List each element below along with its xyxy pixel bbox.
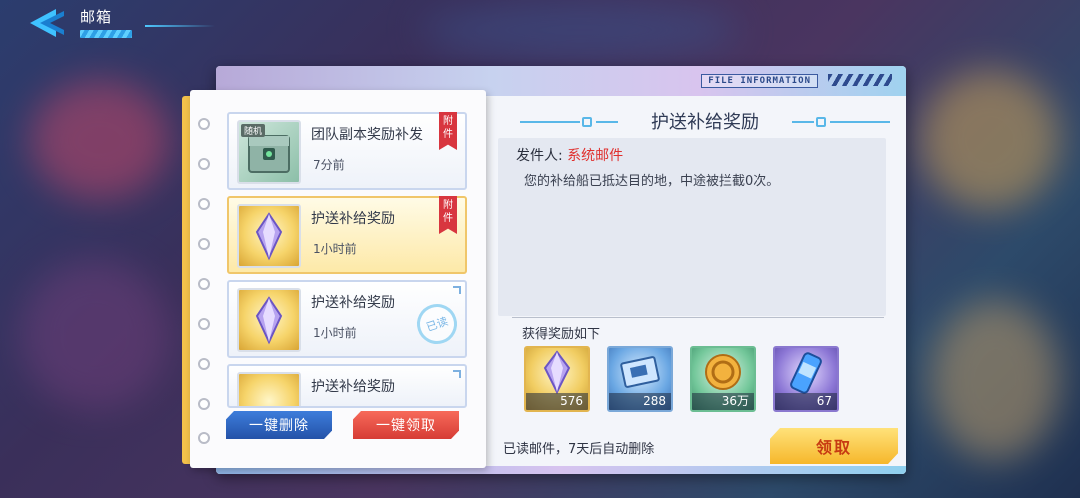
notebook-ring bbox=[198, 358, 210, 370]
mail-title: 团队副本奖励补发 bbox=[311, 127, 423, 143]
reward-qty: 67 bbox=[775, 393, 837, 410]
divider bbox=[512, 317, 884, 318]
crystal-icon bbox=[237, 204, 301, 268]
notebook-ring bbox=[198, 398, 210, 410]
sender-line: 发件人: 系统邮件 bbox=[516, 145, 623, 165]
back-arrow-icon bbox=[30, 9, 64, 37]
notebook-ring bbox=[198, 432, 210, 444]
claim-all-button[interactable]: 一键领取 bbox=[353, 411, 459, 439]
title-deco-line bbox=[830, 121, 890, 123]
notebook-ring bbox=[198, 118, 210, 130]
title-line-decoration bbox=[145, 25, 215, 27]
delete-all-button[interactable]: 一键删除 bbox=[226, 411, 332, 439]
mail-item[interactable]: 随机 团队副本奖励补发 7分前 附件 bbox=[227, 112, 467, 190]
sender-label: 发件人: bbox=[516, 148, 563, 164]
notebook-ring bbox=[198, 198, 210, 210]
mail-time: 1小时前 bbox=[313, 242, 357, 256]
attachment-tag: 附件 bbox=[439, 112, 457, 150]
page-title: 邮箱 bbox=[80, 8, 113, 26]
mail-item-selected[interactable]: 护送补给奖励 1小时前 附件 bbox=[227, 196, 467, 274]
page-title-wrap: 邮箱 bbox=[80, 6, 132, 38]
energy-can-icon bbox=[790, 352, 822, 394]
crystal-icon bbox=[543, 350, 571, 395]
mail-time: 7分前 bbox=[313, 158, 345, 172]
random-tag: 随机 bbox=[241, 124, 266, 137]
mail-body: 您的补给船已抵达目的地，中途被拦截0次。 bbox=[524, 174, 780, 189]
mail-title: 护送补给奖励 bbox=[311, 379, 395, 395]
notebook-ring bbox=[198, 318, 210, 330]
mail-title: 护送补给奖励 bbox=[311, 295, 395, 311]
mail-item[interactable]: 护送补给奖励 bbox=[227, 364, 467, 408]
notebook-ring bbox=[198, 278, 210, 290]
coin-icon bbox=[705, 354, 741, 390]
auto-delete-note: 已读邮件，7天后自动删除 bbox=[503, 442, 655, 457]
back-button[interactable] bbox=[26, 6, 68, 40]
reward-crystal[interactable]: 576 bbox=[524, 346, 590, 412]
mail-time: 1小时前 bbox=[313, 326, 357, 340]
claim-button[interactable]: 领取 bbox=[770, 428, 898, 464]
crystal-icon bbox=[237, 288, 301, 352]
supply-box-icon: 随机 bbox=[237, 120, 301, 184]
reward-qty: 576 bbox=[526, 393, 588, 410]
sender-name: 系统邮件 bbox=[567, 148, 624, 164]
detail-title-wrap: 护送补给奖励 bbox=[520, 108, 890, 136]
read-stamp-icon: 已读 bbox=[411, 298, 463, 350]
reward-coin[interactable]: 36万 bbox=[690, 346, 756, 412]
mail-title: 护送补给奖励 bbox=[311, 211, 395, 227]
reward-chip-card[interactable]: 288 bbox=[607, 346, 673, 412]
attachment-tag: 附件 bbox=[439, 196, 457, 234]
crystal-icon bbox=[237, 372, 301, 406]
header-stripes bbox=[828, 74, 892, 86]
corner-mark bbox=[453, 286, 461, 294]
title-decoration bbox=[80, 30, 132, 38]
reward-qty: 36万 bbox=[692, 393, 754, 410]
notebook-ring bbox=[198, 158, 210, 170]
mail-item[interactable]: 护送补给奖励 1小时前 已读 bbox=[227, 280, 467, 358]
file-info-label: FILE INFORMATION bbox=[701, 74, 818, 88]
top-bar: 邮箱 bbox=[0, 0, 1080, 46]
chip-card-icon bbox=[620, 356, 660, 388]
title-deco-line bbox=[792, 121, 814, 123]
title-deco-dot bbox=[816, 117, 826, 127]
notebook-ring bbox=[198, 238, 210, 250]
reward-qty: 288 bbox=[609, 393, 671, 410]
corner-mark bbox=[453, 370, 461, 378]
reward-energy-can[interactable]: 67 bbox=[773, 346, 839, 412]
rewards-heading: 获得奖励如下 bbox=[522, 327, 601, 342]
